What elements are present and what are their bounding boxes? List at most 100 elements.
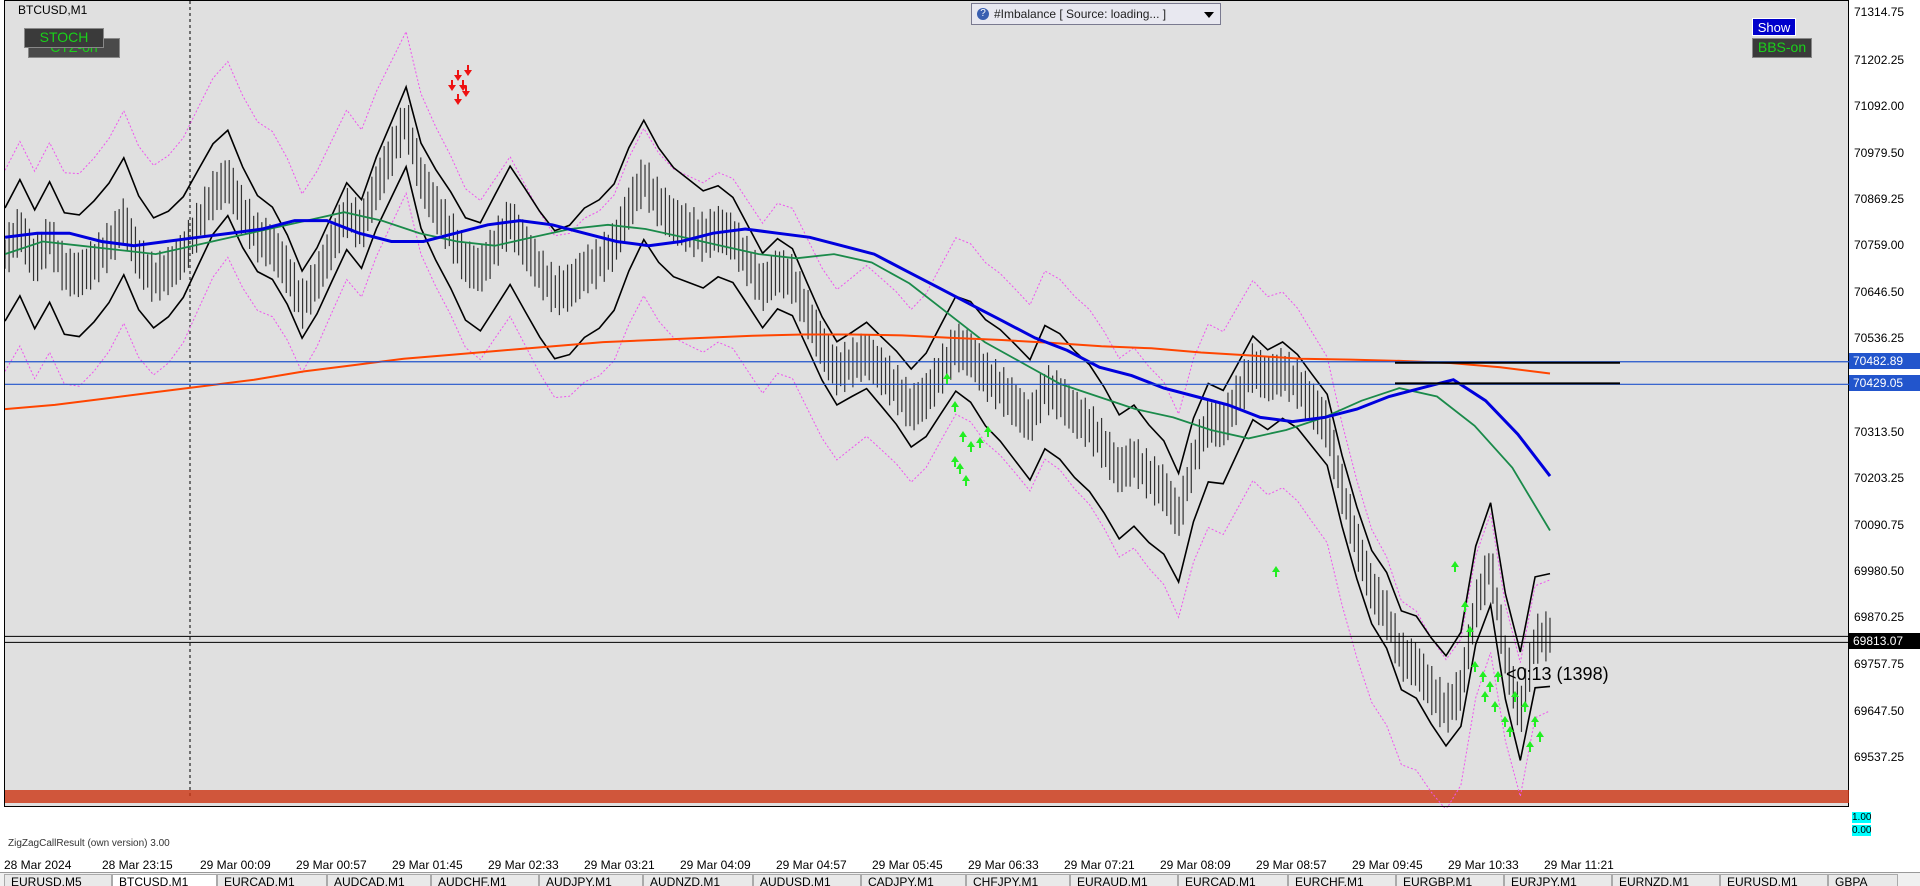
- price-tick: 70090.75: [1854, 518, 1905, 533]
- signal-arrow: [984, 426, 992, 437]
- tab-audnzd-m1[interactable]: AUDNZD,M1: [643, 874, 753, 886]
- price-tick: 70313.50: [1854, 424, 1905, 439]
- time-tick: 29 Mar 00:57: [296, 858, 367, 872]
- signal-arrow: [1272, 566, 1280, 577]
- price-tick: 70759.00: [1854, 238, 1905, 253]
- tab-eurcad-m1[interactable]: EURCAD,M1: [217, 874, 327, 886]
- tab-chfjpy-m1[interactable]: CHFJPY,M1: [966, 874, 1070, 886]
- time-tick: 29 Mar 02:33: [488, 858, 559, 872]
- tab-eurusd-m5[interactable]: EURUSD,M5: [4, 874, 112, 886]
- tab-cadjpy-m1[interactable]: CADJPY,M1: [861, 874, 966, 886]
- info-icon: ?: [977, 8, 989, 20]
- indicator-value: 1.00: [1852, 812, 1872, 823]
- signal-arrow: [956, 463, 964, 474]
- time-tick: 29 Mar 09:45: [1352, 858, 1423, 872]
- imbalance-dropdown[interactable]: ? #Imbalance [ Source: loading... ]: [971, 3, 1221, 25]
- signal-arrow: [967, 441, 975, 452]
- price-tick: 71202.25: [1854, 52, 1905, 67]
- price-axis[interactable]: 71314.75 71202.25 71092.00 70979.50 70869.25…: [1849, 0, 1920, 807]
- time-tick: 29 Mar 05:45: [872, 858, 943, 872]
- tab-eurgbp-m1[interactable]: EURGBP,M1: [1396, 874, 1504, 886]
- signal-arrow: [1479, 671, 1487, 682]
- signal-arrow: [951, 456, 959, 467]
- signal-arrow: [1521, 701, 1529, 712]
- time-tick: 29 Mar 11:21: [1544, 858, 1614, 872]
- ma-blue: [5, 219, 1552, 478]
- chevron-down-icon[interactable]: [1204, 12, 1214, 18]
- symbol-label: BTCUSD,M1: [18, 3, 88, 17]
- tab-eurcad-m1[interactable]: EURCAD,M1: [1178, 874, 1288, 886]
- time-tick: 29 Mar 07:21: [1064, 858, 1135, 872]
- indicator-strip: [5, 790, 1850, 803]
- signal-arrow: [464, 65, 472, 76]
- show-button[interactable]: Show: [1752, 18, 1796, 36]
- tab-btcusd-m1[interactable]: BTCUSD,M1: [112, 874, 217, 886]
- signal-arrow: [976, 437, 984, 448]
- tab-eurnzd-m1[interactable]: EURNZD,M1: [1612, 874, 1720, 886]
- price-tick: 69537.25: [1854, 749, 1905, 764]
- signal-arrow: [1491, 701, 1499, 712]
- time-tick: 29 Mar 01:45: [392, 858, 463, 872]
- price-tick: 70203.25: [1854, 470, 1905, 485]
- time-tick: 29 Mar 04:57: [776, 858, 847, 872]
- time-tick: 29 Mar 10:33: [1448, 858, 1519, 872]
- time-tick: 29 Mar 00:09: [200, 858, 271, 872]
- signal-arrow: [1526, 741, 1534, 752]
- tab-audjpy-m1[interactable]: AUDJPY,M1: [539, 874, 643, 886]
- price-tick: 70646.50: [1854, 285, 1905, 300]
- bbs-button[interactable]: BBS-on: [1752, 38, 1812, 58]
- time-tick: 28 Mar 2024: [4, 858, 72, 872]
- signal-arrow: [943, 373, 951, 384]
- stoch-button[interactable]: STOCH: [24, 28, 104, 48]
- chart-area[interactable]: [4, 0, 1850, 808]
- price-tick: 69980.50: [1854, 564, 1905, 579]
- signal-arrow: [962, 475, 970, 486]
- bar-countdown: <0:13 (1398): [1506, 664, 1609, 684]
- signal-arrow: [454, 94, 462, 105]
- tab-eurjpy-m1[interactable]: EURJPY,M1: [1504, 874, 1612, 886]
- envelope-lower: [5, 191, 1551, 808]
- time-tick: 29 Mar 03:21: [584, 858, 655, 872]
- tab-gbpa[interactable]: GBPA: [1828, 874, 1898, 886]
- tab-eurchf-m1[interactable]: EURCHF,M1: [1288, 874, 1396, 886]
- price-tick: 69757.75: [1854, 657, 1905, 672]
- signal-arrow: [959, 431, 967, 442]
- level-tag-lower: 70429.05: [1849, 375, 1920, 392]
- signal-arrow: [951, 401, 959, 412]
- tab-audusd-m1[interactable]: AUDUSD,M1: [753, 874, 861, 886]
- signal-arrow: [1501, 716, 1509, 727]
- ma-green: [5, 211, 1551, 531]
- price-tick: 70979.50: [1854, 145, 1905, 160]
- signal-arrow: [454, 70, 462, 81]
- time-tick: 28 Mar 23:15: [102, 858, 173, 872]
- level-tag-upper: 70482.89: [1849, 352, 1920, 369]
- time-axis[interactable]: 28 Mar 2024 28 Mar 23:15 29 Mar 00:09 29 Ma…: [0, 858, 1849, 872]
- band-upper: [5, 84, 1551, 658]
- price-tick: 71314.75: [1854, 5, 1905, 20]
- price-tick: 69870.25: [1854, 610, 1905, 625]
- tab-eurusd-m1[interactable]: EURUSD,M1: [1720, 874, 1828, 886]
- tab-audcad-m1[interactable]: AUDCAD,M1: [327, 874, 431, 886]
- price-tick: 71092.00: [1854, 98, 1905, 113]
- price-chart[interactable]: [5, 1, 1850, 808]
- indicator-value: 0.00: [1852, 825, 1872, 836]
- price-tick: 70536.25: [1854, 331, 1905, 346]
- signal-arrow: [448, 80, 456, 91]
- signal-arrow: [1486, 681, 1494, 692]
- tab-euraud-m1[interactable]: EURAUD,M1: [1070, 874, 1178, 886]
- indicator-label: ZigZagCallResult (own version) 3.00: [8, 838, 170, 849]
- symbol-tab-bar: EURUSD,M5 BTCUSD,M1 EURCAD,M1 AUDCAD,M1 AUDC…: [0, 872, 1920, 886]
- ma-orange: [5, 333, 1551, 411]
- time-tick: 29 Mar 08:09: [1160, 858, 1231, 872]
- time-tick: 29 Mar 06:33: [968, 858, 1039, 872]
- signal-arrow: [1536, 731, 1544, 742]
- price-tick: 70869.25: [1854, 191, 1905, 206]
- signal-arrow: [1481, 691, 1489, 702]
- time-tick: 29 Mar 08:57: [1256, 858, 1327, 872]
- imbalance-dropdown-label: #Imbalance [ Source: loading... ]: [994, 7, 1167, 21]
- current-price-tag: 69813.07: [1849, 633, 1920, 650]
- envelope-upper: [5, 30, 1551, 663]
- signal-arrow: [1531, 716, 1539, 727]
- signal-arrow: [1451, 561, 1459, 572]
- tab-audchf-m1[interactable]: AUDCHF,M1: [431, 874, 539, 886]
